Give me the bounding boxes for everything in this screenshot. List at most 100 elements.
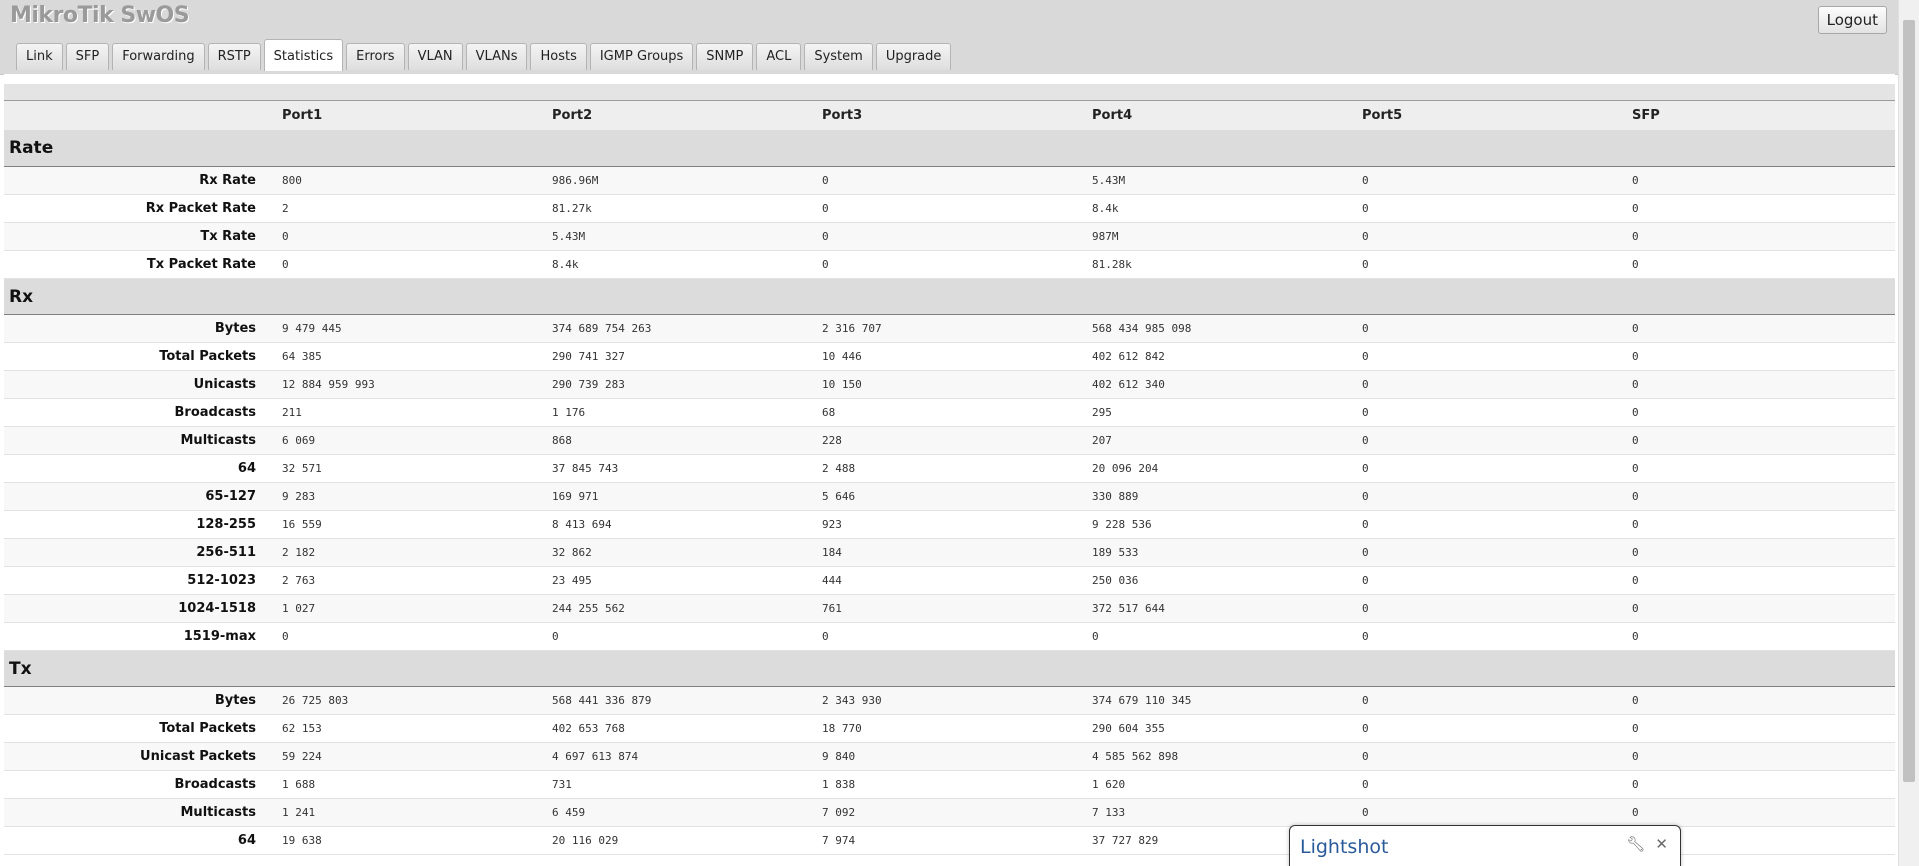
tab-statistics[interactable]: Statistics [263,39,344,71]
tab-forwarding[interactable]: Forwarding [112,43,205,70]
cell-value: 868 [540,426,810,455]
column-header-sfp: SFP [1620,101,1895,130]
cell-value: 12 884 959 993 [270,370,540,399]
tab-vlans[interactable]: VLANs [465,43,528,70]
cell-value: 0 [1620,686,1895,715]
cell-value: 7 974 [810,826,1080,855]
header-bar: MikroTik SwOS Logout Link SFP Forwarding RS… [0,0,1899,75]
table-row: Broadcasts 211 1 176 68 295 0 0 [4,398,1895,427]
cell-value: 800 [270,166,540,195]
cell-value: 32 862 [540,538,810,567]
tab-errors[interactable]: Errors [346,43,405,70]
table-row: Bytes 9 479 445 374 689 754 263 2 316 707 56… [4,314,1895,343]
table-row: Tx Rate 0 5.43M 0 987M 0 0 [4,222,1895,251]
table-row: Unicasts 12 884 959 993 290 739 283 10 150 4… [4,370,1895,399]
cell-value: 211 [270,398,540,427]
wrench-icon[interactable]: 🔧︎ [1626,835,1645,853]
tab-vlan[interactable]: VLAN [407,43,463,70]
cell-value: 1 688 [270,770,540,799]
cell-value: 0 [1620,482,1895,511]
row-label: Bytes [4,686,270,715]
table-row: 1519-max 0 0 0 0 0 0 [4,622,1895,651]
cell-value: 81.28k [1080,250,1350,279]
logout-button[interactable]: Logout [1817,6,1887,34]
cell-value: 0 [270,222,540,251]
cell-value: 2 [270,194,540,223]
table-row: Rx Packet Rate 2 81.27k 0 8.4k 0 0 [4,194,1895,223]
tab-link[interactable]: Link [16,43,63,70]
row-label: Tx Rate [4,222,270,251]
cell-value: 7 133 [1080,798,1350,827]
cell-value: 0 [1350,510,1620,539]
tab-rstp[interactable]: RSTP [207,43,261,70]
row-label: Broadcasts [4,398,270,427]
cell-value: 290 739 283 [540,370,810,399]
row-label: Rx Packet Rate [4,194,270,223]
cell-value: 0 [1620,510,1895,539]
column-header-port5: Port5 [1350,101,1620,130]
vertical-scrollbar[interactable] [1898,0,1919,866]
cell-value: 0 [1350,798,1620,827]
tab-acl[interactable]: ACL [756,43,802,70]
cell-value: 8.4k [1080,194,1350,223]
section-header-rate: Rate [4,130,1895,167]
cell-value: 0 [1620,622,1895,651]
table-row: Multicasts 1 241 6 459 7 092 7 133 0 0 [4,798,1895,827]
table-row: 128-255 16 559 8 413 694 923 9 228 536 0 0 [4,510,1895,539]
row-label: Unicast Packets [4,742,270,771]
cell-value: 0 [1350,166,1620,195]
cell-value: 1 838 [810,770,1080,799]
cell-value: 568 441 336 879 [540,686,810,715]
row-label: 512-1023 [4,566,270,595]
column-header-port2: Port2 [540,101,810,130]
tab-sfp[interactable]: SFP [65,43,110,70]
row-label: Total Packets [4,714,270,743]
cell-value: 0 [1350,538,1620,567]
cell-value: 244 255 562 [540,594,810,623]
cell-value: 0 [1350,370,1620,399]
table-row: Tx Packet Rate 0 8.4k 0 81.28k 0 0 [4,250,1895,279]
cell-value: 568 434 985 098 [1080,314,1350,343]
cell-value: 0 [1080,622,1350,651]
cell-value: 2 316 707 [810,314,1080,343]
cell-value: 0 [1350,250,1620,279]
cell-value: 0 [540,622,810,651]
tab-upgrade[interactable]: Upgrade [875,43,952,70]
cell-value: 16 559 [270,510,540,539]
tab-snmp[interactable]: SNMP [696,43,754,70]
tab-igmp-groups[interactable]: IGMP Groups [589,43,694,70]
cell-value: 81.27k [540,194,810,223]
scrollbar-thumb[interactable] [1903,20,1915,782]
cell-value: 290 604 355 [1080,714,1350,743]
cell-value: 0 [810,222,1080,251]
cell-value: 374 689 754 263 [540,314,810,343]
cell-value: 0 [1350,222,1620,251]
cell-value: 0 [810,166,1080,195]
table-row: Broadcasts 1 688 731 1 838 1 620 0 0 [4,770,1895,799]
tab-hosts[interactable]: Hosts [530,43,587,70]
cell-value: 1 241 [270,798,540,827]
cell-value: 290 741 327 [540,342,810,371]
cell-value: 0 [1620,314,1895,343]
lightshot-popup[interactable]: Lightshot 🔧︎ ✕ [1289,825,1681,866]
cell-value: 402 653 768 [540,714,810,743]
cell-value: 4 585 562 898 [1080,742,1350,771]
cell-value: 761 [810,594,1080,623]
cell-value: 0 [1350,742,1620,771]
cell-value: 169 971 [540,482,810,511]
table-row: Rx Rate 800 986.96M 0 5.43M 0 0 [4,166,1895,195]
cell-value: 0 [1620,370,1895,399]
cell-value: 0 [1620,714,1895,743]
cell-value: 372 517 644 [1080,594,1350,623]
cell-value: 4 697 613 874 [540,742,810,771]
cell-value: 444 [810,566,1080,595]
cell-value: 1 027 [270,594,540,623]
close-icon[interactable]: ✕ [1655,835,1668,853]
table-row: 64 32 571 37 845 743 2 488 20 096 204 0 0 [4,454,1895,483]
swos-page: MikroTik SwOS Logout Link SFP Forwarding RS… [0,0,1919,866]
row-label: Broadcasts [4,770,270,799]
cell-value: 0 [1620,770,1895,799]
table-row: 512-1023 2 763 23 495 444 250 036 0 0 [4,566,1895,595]
tab-system[interactable]: System [804,43,873,70]
cell-value: 0 [1350,398,1620,427]
